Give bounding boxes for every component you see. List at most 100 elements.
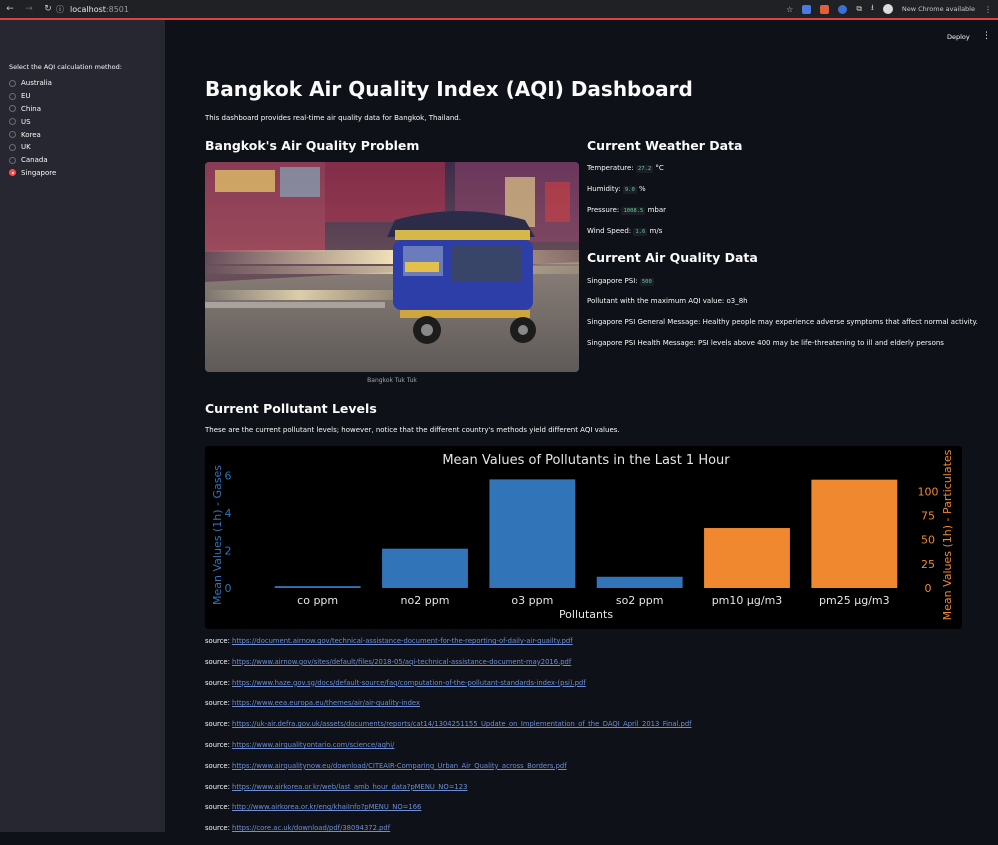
radio-option-australia[interactable]: Australia [9,77,56,90]
radio-option-china[interactable]: China [9,103,56,116]
y-right-tick-label: 75 [921,509,935,522]
psi-value: 500 [639,278,654,286]
source-prefix: source: [205,637,230,645]
radio-button-icon[interactable] [9,156,16,164]
wind-label: Wind Speed: [587,227,632,235]
source-link[interactable]: https://www.airkorea.or.kr/web/last_amb_… [232,783,467,791]
source-prefix: source: [205,699,230,708]
air-quality-heading: Current Air Quality Data [587,250,758,265]
radio-option-korea[interactable]: Korea [9,128,56,141]
source-link[interactable]: https://core.ac.uk/download/pdf/38094372… [232,824,390,832]
bar-co-ppm [274,586,361,588]
source-link[interactable]: https://www.airqualityontario.com/scienc… [232,741,394,749]
radio-option-singapore[interactable]: Singapore [9,167,56,180]
temperature-row: Temperature: 27.2 °C [587,164,664,173]
radio-option-label: EU [21,92,31,101]
bar-pm25-g-m3 [811,479,898,588]
source-link[interactable]: https://www.eea.europa.eu/themes/air/air… [232,699,420,707]
x-tick-label: pm25 µg/m3 [819,594,890,607]
shield-extension-icon[interactable] [838,4,848,14]
sources-list: source: https://document.airnow.gov/tech… [205,637,692,845]
radio-option-label: UK [21,143,31,152]
radio-option-eu[interactable]: EU [9,90,56,103]
radio-option-label: Korea [21,130,41,139]
x-tick-label: co ppm [297,594,338,607]
translate-extension-icon[interactable] [802,4,812,14]
x-tick-label: o3 ppm [511,594,553,607]
y-right-axis-label: Mean Values (1h) - Particulates [941,449,954,620]
x-tick-label: no2 ppm [401,594,450,607]
extensions-puzzle-icon[interactable]: ⧉ [856,4,862,14]
source-row: source: https://document.airnow.gov/tech… [205,637,692,658]
radio-option-uk[interactable]: UK [9,141,56,154]
page-title: Bangkok Air Quality Index (AQI) Dashboar… [205,77,693,101]
tuk-tuk-photo [205,162,579,372]
main-menu-icon[interactable]: ⋮ [982,31,991,41]
pollutant-bar-chart: Mean Values of Pollutants in the Last 1 … [205,446,962,629]
wind-row: Wind Speed: 1.6 m/s [587,227,663,236]
radio-button-icon[interactable] [9,118,16,126]
radio-option-label: Australia [21,79,52,88]
pressure-unit: mbar [647,206,667,214]
source-link[interactable]: https://document.airnow.gov/technical-as… [232,637,573,645]
radio-option-label: Canada [21,156,48,165]
source-row: source: http://www.airkorea.or.kr/eng/kh… [205,803,692,824]
bar-so2-ppm [596,576,683,588]
chrome-menu-icon[interactable]: ⋮ [984,5,992,14]
deploy-button[interactable]: Deploy [947,33,970,41]
bookmark-star-icon[interactable]: ☆ [786,5,793,14]
source-row: source: https://www.airqualitynow.eu/dow… [205,762,692,783]
source-link[interactable]: https://uk-air.defra.gov.uk/assets/docum… [232,720,692,728]
source-row: source: https://www.haze.gov.sg/docs/def… [205,679,692,700]
y-left-tick-label: 6 [225,470,232,483]
radio-option-us[interactable]: US [9,115,56,128]
profile-avatar[interactable] [882,4,893,14]
y-left-tick-label: 4 [225,507,232,520]
source-link[interactable]: https://www.airnow.gov/sites/default/fil… [232,658,571,666]
source-link[interactable]: http://www.airkorea.or.kr/eng/khaiInfo?p… [232,803,421,811]
radio-option-label: US [21,117,31,126]
radio-button-icon[interactable] [9,131,16,139]
chrome-update-button[interactable]: New Chrome available [902,5,975,13]
source-prefix: source: [205,678,230,687]
source-prefix: source: [205,782,230,791]
chart-title: Mean Values of Pollutants in the Last 1 … [442,453,730,468]
radio-option-label: China [21,104,41,113]
reload-icon[interactable]: ↻ [43,4,53,14]
browser-toolbar: ← → ↻ ⓘ localhost:8501 ☆ ⧉ ⭳ New Chrome … [0,0,998,18]
source-link[interactable]: https://www.haze.gov.sg/docs/default-sou… [232,679,586,687]
source-link[interactable]: https://www.airqualitynow.eu/download/CI… [232,762,567,770]
forward-icon[interactable]: → [24,4,34,14]
wind-unit: m/s [649,227,663,235]
source-prefix: source: [205,720,230,729]
bar-pm10-g-m3 [704,528,790,588]
radio-option-canada[interactable]: Canada [9,154,56,167]
radio-button-icon[interactable] [9,169,16,177]
intro-text: This dashboard provides real-time air qu… [205,114,461,122]
y-left-tick-label: 2 [225,545,232,558]
address-bar[interactable]: ⓘ localhost:8501 [56,2,796,16]
psi-row: Singapore PSI: 500 [587,277,654,286]
source-prefix: source: [205,657,230,666]
radio-button-icon[interactable] [9,92,16,100]
wind-value: 1.6 [633,228,648,236]
radio-button-icon[interactable] [9,105,16,113]
temperature-value: 27.2 [635,165,654,173]
radio-button-icon[interactable] [9,79,16,87]
x-tick-label: so2 ppm [616,594,664,607]
y-right-tick-label: 0 [925,582,932,595]
source-row: source: https://core.ac.uk/download/pdf/… [205,824,692,845]
humidity-row: Humidity: 9.0 % [587,185,646,194]
humidity-unit: % [639,185,646,193]
source-prefix: source: [205,740,230,749]
back-icon[interactable]: ← [5,4,15,14]
weather-heading: Current Weather Data [587,138,743,153]
source-row: source: https://www.eea.europa.eu/themes… [205,699,692,720]
problem-heading: Bangkok's Air Quality Problem [205,138,420,153]
radio-button-icon[interactable] [9,143,16,151]
brave-extension-icon[interactable] [820,4,830,14]
site-info-icon[interactable]: ⓘ [56,4,64,15]
pollutant-description: These are the current pollutant levels; … [205,426,620,434]
download-icon[interactable]: ⭳ [871,2,874,16]
url-host: localhost [70,4,106,14]
